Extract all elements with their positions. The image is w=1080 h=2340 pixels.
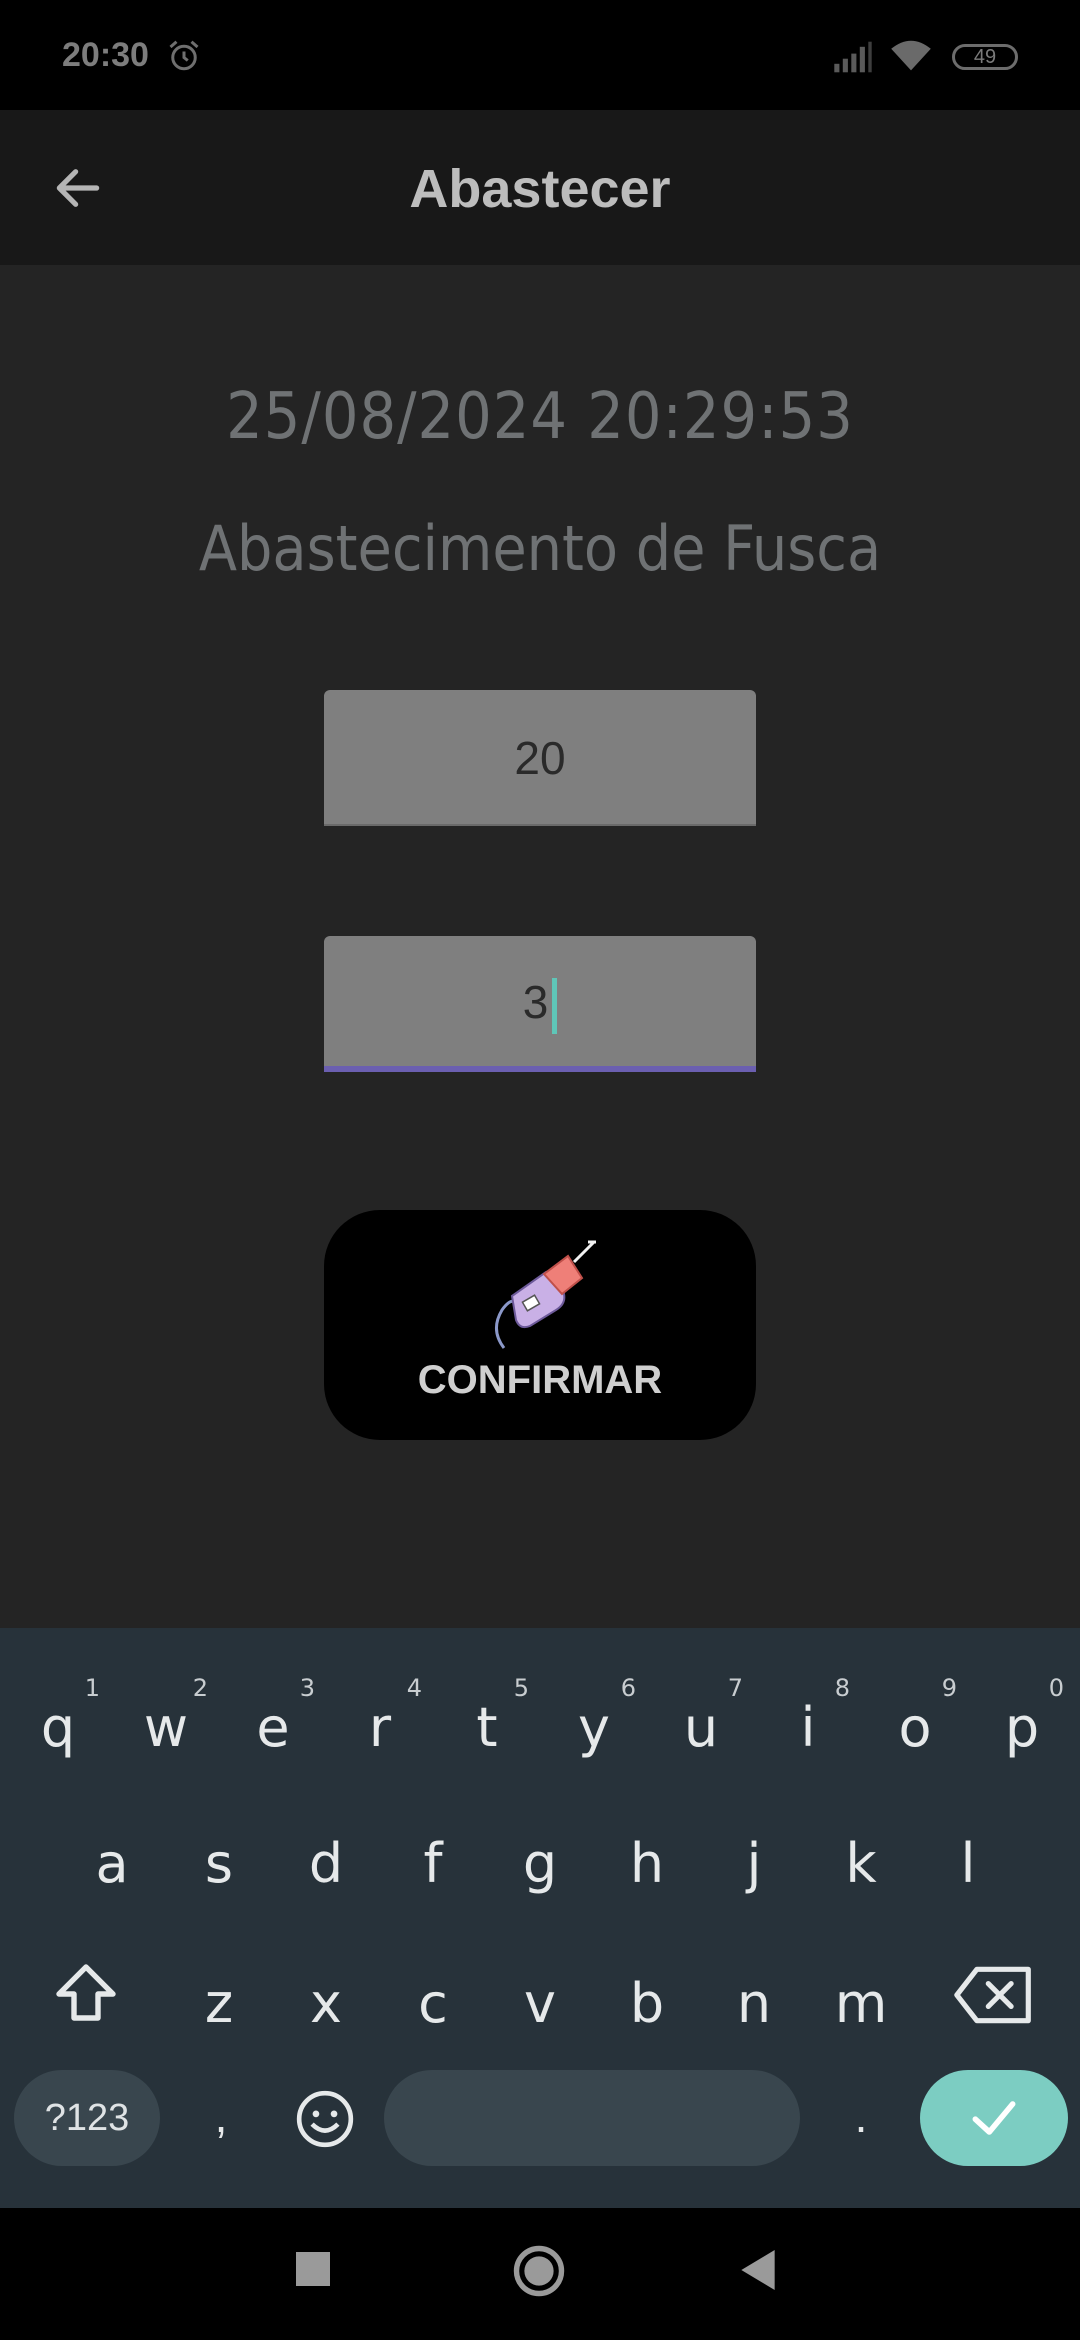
app-bar: Abastecer <box>0 110 1080 265</box>
key-h[interactable]: h <box>597 1814 697 1924</box>
key-number-hint: 1 <box>84 1674 100 1702</box>
key-number-hint: 6 <box>620 1674 636 1702</box>
key-number-hint: 9 <box>941 1674 957 1702</box>
key-label: w <box>143 1696 189 1759</box>
key-label: q <box>40 1696 76 1759</box>
key-f[interactable]: f <box>383 1814 483 1924</box>
key-label: t <box>476 1696 498 1759</box>
quantity-input[interactable]: 20 <box>324 690 756 826</box>
key-label: i <box>800 1696 816 1759</box>
key-p[interactable]: p0 <box>972 1674 1072 1788</box>
key-s[interactable]: s <box>169 1814 269 1924</box>
soft-keyboard: q1 w2 e3 r4 t5 y6 u7 i8 o9 p0 a s d f g … <box>0 1628 1080 2208</box>
battery-level: 49 <box>973 46 997 68</box>
price-input[interactable]: 3 <box>324 936 756 1072</box>
text-caret <box>552 977 558 1034</box>
key-c[interactable]: c <box>383 1954 483 2064</box>
signal-icon <box>834 41 872 73</box>
key-label: o <box>898 1696 932 1759</box>
key-g[interactable]: g <box>490 1814 590 1924</box>
shift-icon[interactable] <box>50 1958 122 2030</box>
key-d[interactable]: d <box>276 1814 376 1924</box>
key-k[interactable]: k <box>811 1814 911 1924</box>
key-i[interactable]: i8 <box>758 1674 858 1788</box>
key-number-hint: 8 <box>834 1674 850 1702</box>
period-key[interactable]: . <box>836 2068 886 2164</box>
key-number-hint: 4 <box>406 1674 422 1702</box>
key-r[interactable]: r4 <box>330 1674 430 1788</box>
key-e[interactable]: e3 <box>223 1674 323 1788</box>
key-number-hint: 3 <box>299 1674 315 1702</box>
key-t[interactable]: t5 <box>437 1674 537 1788</box>
key-x[interactable]: x <box>276 1954 376 2064</box>
alarm-icon <box>169 40 199 71</box>
check-icon <box>972 2101 1016 2135</box>
key-y[interactable]: y6 <box>544 1674 644 1788</box>
key-label: r <box>368 1696 392 1759</box>
key-label: u <box>683 1696 719 1759</box>
datetime-label: 25/08/2024 20:29:53 <box>226 380 854 454</box>
symbols-key[interactable]: ?123 <box>14 2070 160 2166</box>
key-number-hint: 5 <box>513 1674 529 1702</box>
key-q[interactable]: q1 <box>8 1674 108 1788</box>
key-a[interactable]: a <box>62 1814 162 1924</box>
key-z[interactable]: z <box>169 1954 269 2064</box>
key-o[interactable]: o9 <box>865 1674 965 1788</box>
status-time: 20:30 <box>62 36 149 74</box>
enter-key[interactable] <box>920 2070 1068 2166</box>
battery-icon: 49 <box>952 44 1018 70</box>
back-triangle-icon[interactable] <box>740 2250 776 2290</box>
confirm-button[interactable]: CONFIRMAR <box>324 1210 756 1440</box>
key-label: y <box>578 1696 610 1759</box>
status-bar: 20:30 49 <box>0 0 1080 110</box>
home-icon[interactable] <box>512 2244 566 2298</box>
fuel-pump-icon <box>495 1240 596 1349</box>
key-n[interactable]: n <box>704 1954 804 2064</box>
key-l[interactable]: l <box>918 1814 1018 1924</box>
emoji-icon[interactable] <box>294 2088 356 2150</box>
key-w[interactable]: w2 <box>116 1674 216 1788</box>
key-v[interactable]: v <box>490 1954 590 2064</box>
confirm-button-label: CONFIRMAR <box>417 1358 663 1402</box>
wifi-icon <box>891 40 931 71</box>
quantity-input-value: 20 <box>514 732 566 784</box>
key-u[interactable]: u7 <box>651 1674 751 1788</box>
subtitle-label: Abastecimento de Fusca <box>198 512 882 585</box>
comma-key[interactable]: , <box>196 2068 246 2164</box>
page-title: Abastecer <box>409 159 671 219</box>
key-b[interactable]: b <box>597 1954 697 2064</box>
system-nav-bar <box>0 2208 1080 2340</box>
key-m[interactable]: m <box>811 1954 911 2064</box>
backspace-icon[interactable] <box>954 1960 1034 2030</box>
key-number-hint: 2 <box>192 1674 208 1702</box>
price-input-value: 3 <box>522 976 549 1028</box>
recents-icon[interactable] <box>296 2252 330 2286</box>
key-label: e <box>256 1696 290 1759</box>
space-key[interactable] <box>384 2070 800 2166</box>
key-number-hint: 0 <box>1048 1674 1064 1702</box>
key-number-hint: 7 <box>727 1674 743 1702</box>
key-j[interactable]: j <box>704 1814 804 1924</box>
key-label: p <box>1004 1696 1040 1759</box>
